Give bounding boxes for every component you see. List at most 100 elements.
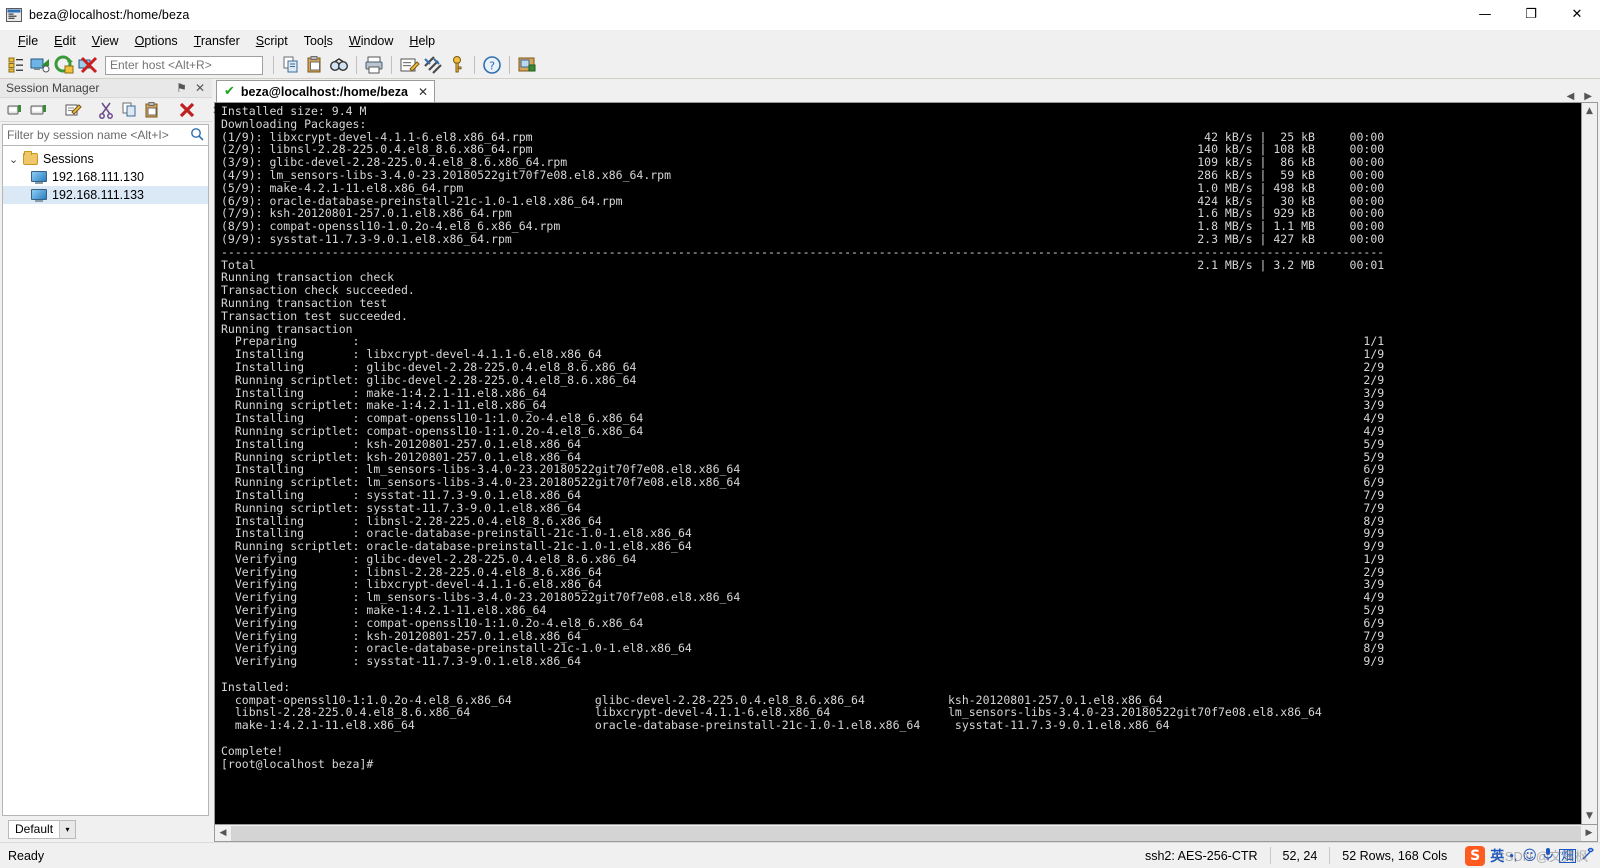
menu-window[interactable]: Window [341, 32, 401, 50]
tree-root-sessions[interactable]: ⌄ Sessions [3, 150, 208, 168]
status-right-group: ssh2: AES-256-CTR 52, 24 52 Rows, 168 Co… [1133, 843, 1600, 868]
paste-icon[interactable] [304, 54, 326, 76]
ime-mode-indicator[interactable]: 英 [1490, 846, 1504, 866]
tab-beza-localhost[interactable]: ✔ beza@localhost:/home/beza ✕ [216, 80, 436, 102]
ime-punctuation-icon[interactable]: •, [1509, 848, 1517, 863]
session-filter-input[interactable]: Filter by session name <Alt+I> [7, 128, 190, 142]
terminal-line: Verifying : make-1:4.2.1-11.el8.x86_64 5… [221, 603, 1385, 618]
toolbar-separator [356, 56, 357, 74]
session-manager-header: Session Manager ⚑ ✕ [0, 79, 212, 98]
terminal-line: Running transaction check [221, 270, 395, 285]
terminal-line: [root@localhost beza]# [221, 756, 381, 771]
scroll-track[interactable] [1582, 119, 1597, 808]
copy-icon[interactable] [120, 100, 140, 120]
terminal-line: Verifying : compat-openssl10-1:1.0.2o-4.… [221, 615, 1385, 630]
new-session-icon[interactable] [6, 100, 26, 120]
menu-edit[interactable]: Edit [46, 32, 84, 50]
paste-icon[interactable] [143, 100, 163, 120]
close-icon[interactable]: ✕ [414, 85, 428, 99]
disconnect-icon[interactable] [77, 54, 99, 76]
sogou-logo-icon[interactable]: S [1465, 845, 1486, 866]
properties-icon[interactable] [63, 100, 83, 120]
tab-nav: ◀ ▶ [1567, 91, 1600, 102]
reconnect-icon[interactable] [53, 54, 75, 76]
session-item-label: 192.168.111.130 [52, 170, 144, 184]
copy-icon[interactable] [280, 54, 302, 76]
toolbar-separator [391, 56, 392, 74]
terminal-line: Running scriptlet: sysstat-11.7.3-9.0.1.… [221, 500, 1385, 515]
new-folder-icon[interactable] [29, 100, 49, 120]
terminal-line: Running scriptlet: glibc-devel-2.28-225.… [221, 372, 1385, 387]
terminal-horizontal-scrollbar[interactable]: ◀ ▶ [214, 825, 1598, 842]
new-window-icon[interactable] [516, 54, 538, 76]
print-icon[interactable] [363, 54, 385, 76]
window-controls: — ❐ ✕ [1462, 0, 1600, 30]
session-manager-icon[interactable] [5, 54, 27, 76]
cut-icon[interactable] [97, 100, 117, 120]
close-icon[interactable]: ✕ [195, 81, 205, 95]
terminal-line: Running scriptlet: lm_sensors-libs-3.4.0… [221, 475, 1385, 490]
session-manager-panel: Session Manager ⚑ ✕ Filter by session na… [0, 79, 222, 842]
tab-scroll-left-icon[interactable]: ◀ [1567, 91, 1575, 102]
help-icon[interactable]: ? [481, 54, 503, 76]
settings-icon[interactable] [422, 54, 444, 76]
close-button[interactable]: ✕ [1554, 0, 1600, 30]
terminal-output[interactable]: Installed size: 9.4 M Downloading Package… [215, 103, 1581, 824]
status-bar: Ready ssh2: AES-256-CTR 52, 24 52 Rows, … [0, 842, 1600, 868]
toolbar-separator [273, 56, 274, 74]
ime-emoji-icon[interactable]: ☺ [1522, 848, 1537, 864]
session-item-label: 192.168.111.133 [52, 188, 144, 202]
default-session-dropdown[interactable]: Default ▾ [8, 819, 77, 839]
menu-script[interactable]: Script [248, 32, 296, 50]
menu-options[interactable]: Options [127, 32, 186, 50]
main-toolbar: ? [0, 52, 1600, 79]
ime-keyboard-icon[interactable]: 畑 [1558, 848, 1576, 863]
menu-help[interactable]: Help [401, 32, 443, 50]
ime-toolbar[interactable]: S 英 •, ☺ 畑 [1459, 845, 1600, 866]
tab-scroll-right-icon[interactable]: ▶ [1584, 91, 1592, 102]
chevron-down-icon[interactable]: ▾ [59, 820, 76, 838]
terminal-line: Installing : compat-openssl10-1:1.0.2o-4… [221, 411, 1385, 426]
host-input[interactable] [105, 55, 263, 75]
monitor-icon [31, 188, 47, 202]
terminal-line: (9/9): sysstat-11.7.3-9.0.1.el8.x86_64.r… [221, 231, 1385, 246]
terminal-line: Running scriptlet: oracle-database-prein… [221, 539, 1385, 554]
maximize-button[interactable]: ❐ [1508, 0, 1554, 30]
chevron-down-icon[interactable]: ⌄ [9, 153, 23, 166]
find-icon[interactable] [328, 54, 350, 76]
terminal-line: Transaction check succeeded. [221, 283, 415, 298]
key-icon[interactable] [446, 54, 468, 76]
status-protocol: ssh2: AES-256-CTR [1144, 848, 1258, 863]
menu-transfer[interactable]: Transfer [186, 32, 248, 50]
session-tree[interactable]: ⌄ Sessions 192.168.111.130 192.168.111.1… [2, 146, 209, 816]
tab-label: beza@localhost:/home/beza [240, 84, 408, 99]
session-manager-footer: Default ▾ [0, 816, 212, 842]
scroll-right-icon[interactable]: ▶ [1581, 826, 1597, 841]
connect-icon[interactable] [29, 54, 51, 76]
menu-file[interactable]: File [10, 32, 46, 50]
terminal-line: Installing : ksh-20120801-257.0.1.el8.x8… [221, 436, 1385, 451]
tree-root-label: Sessions [43, 152, 94, 166]
session-filter-row[interactable]: Filter by session name <Alt+I> [2, 124, 209, 146]
session-item-192-168-111-133[interactable]: 192.168.111.133 [3, 186, 208, 204]
scroll-thumb[interactable] [231, 825, 1581, 841]
scroll-up-icon[interactable]: ▲ [1582, 103, 1597, 119]
scroll-down-icon[interactable]: ▼ [1582, 808, 1597, 824]
delete-icon[interactable] [177, 100, 197, 120]
ime-tools-icon[interactable] [1581, 847, 1594, 865]
log-session-icon[interactable] [398, 54, 420, 76]
terminal-line: Installed size: 9.4 M [221, 104, 367, 118]
session-manager-toolbar [0, 98, 222, 122]
scroll-left-icon[interactable]: ◀ [215, 826, 231, 841]
menu-tools[interactable]: Tools [296, 32, 341, 50]
status-terminal-size: 52 Rows, 168 Cols [1329, 847, 1459, 864]
menu-view[interactable]: View [84, 32, 127, 50]
pin-icon[interactable]: ⚑ [176, 81, 187, 95]
search-icon[interactable] [190, 127, 204, 144]
terminal-vertical-scrollbar[interactable]: ▲ ▼ [1581, 103, 1597, 824]
minimize-button[interactable]: — [1462, 0, 1508, 30]
ime-mic-icon[interactable] [1542, 847, 1554, 865]
window-title: beza@localhost:/home/beza [29, 7, 190, 22]
session-item-192-168-111-130[interactable]: 192.168.111.130 [3, 168, 208, 186]
